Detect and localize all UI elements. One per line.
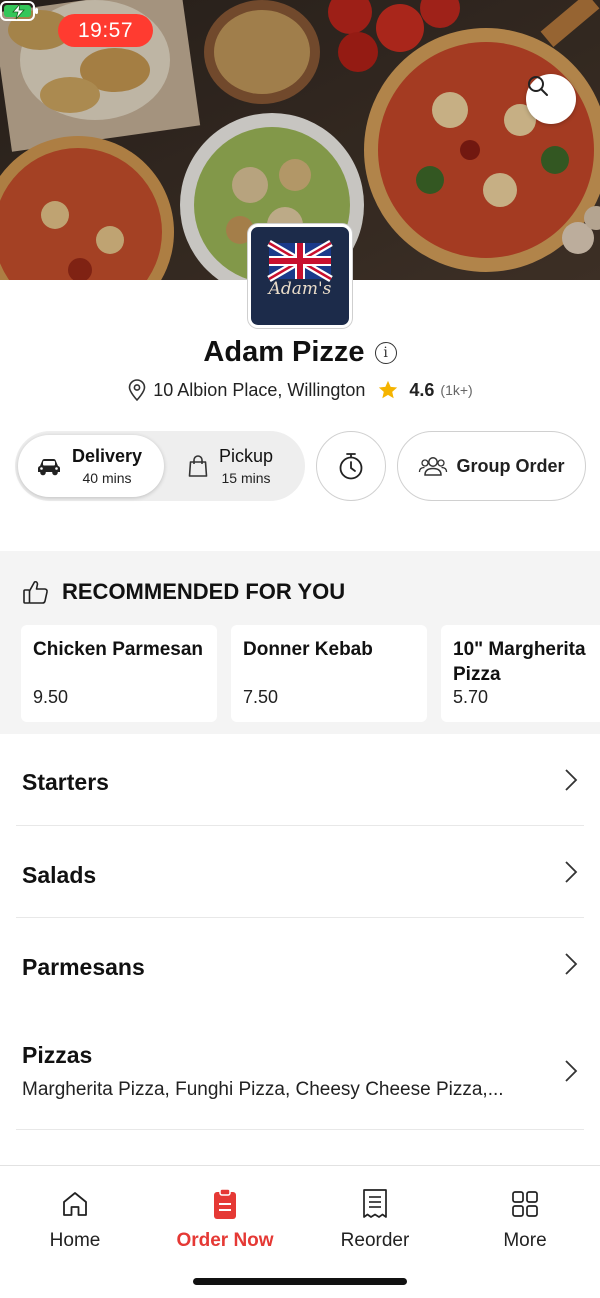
recommended-section: RECOMMENDED FOR YOU Chicken Parmesan 9.5…: [0, 551, 600, 734]
order-icon: [214, 1188, 236, 1219]
info-icon[interactable]: i: [374, 341, 397, 364]
receipt-icon: [363, 1189, 387, 1218]
search-icon: [528, 76, 548, 96]
bag-icon: [188, 455, 208, 477]
category-subtitle: Margherita Pizza, Funghi Pizza, Cheesy C…: [22, 1079, 504, 1100]
recommended-item-price: 5.70: [453, 687, 489, 707]
rating-value: 4.6: [409, 379, 435, 400]
chevron-right-icon: [565, 769, 578, 791]
battery-charging-icon: [0, 1, 38, 21]
chevron-right-icon: [565, 1060, 578, 1082]
pickup-option[interactable]: Pickup 15 mins: [175, 435, 300, 497]
group-order-label: Group Order: [456, 455, 565, 476]
timer-icon: [339, 453, 363, 480]
logo-text: Adam's: [268, 279, 332, 299]
recommended-card[interactable]: 10" Margherita Pizza 5.70: [441, 625, 600, 722]
recommended-card[interactable]: Donner Kebab 7.50: [231, 625, 427, 722]
rating-count: (1k+): [440, 382, 473, 398]
location-pin-icon: [128, 379, 146, 401]
pickup-time: 15 mins: [221, 470, 271, 486]
recommended-item-name: 10" Margherita Pizza: [453, 639, 586, 685]
recommended-item-name: Chicken Parmesan: [33, 639, 204, 660]
car-icon: [38, 459, 60, 476]
category-row-parmesans[interactable]: Parmesans: [16, 918, 584, 1010]
status-time: 19:57: [58, 14, 153, 47]
tab-label: Order Now: [176, 1230, 274, 1251]
chevron-right-icon: [565, 861, 578, 883]
chevron-right-icon: [565, 953, 578, 975]
delivery-option[interactable]: Delivery 40 mins: [18, 435, 164, 497]
category-row-starters[interactable]: Starters: [16, 734, 584, 826]
recommended-item-price: 7.50: [243, 687, 279, 707]
recommended-card[interactable]: Chicken Parmesan 9.50: [21, 625, 217, 722]
star-icon: [379, 380, 398, 399]
recommended-item-price: 9.50: [33, 687, 69, 707]
category-row-pizzas[interactable]: Pizzas Margherita Pizza, Funghi Pizza, C…: [16, 1010, 584, 1130]
tab-more[interactable]: More: [450, 1188, 600, 1252]
restaurant-logo: Adam's: [248, 224, 352, 328]
address-row: 10 Albion Place, Willington 4.6 (1k+): [0, 379, 600, 401]
category-title: Salads: [22, 862, 97, 888]
restaurant-address: 10 Albion Place, Willington: [153, 379, 366, 400]
tab-label: More: [503, 1230, 547, 1251]
tab-order-now[interactable]: Order Now: [150, 1188, 300, 1252]
delivery-label: Delivery: [72, 446, 143, 466]
schedule-button[interactable]: [316, 431, 386, 501]
tab-label: Reorder: [340, 1230, 410, 1251]
tab-home[interactable]: Home: [0, 1188, 150, 1252]
pickup-label: Pickup: [219, 446, 274, 466]
category-row-salads[interactable]: Salads: [16, 826, 584, 918]
recommended-heading: RECOMMENDED FOR YOU: [22, 579, 345, 605]
thumbs-up-icon: [23, 580, 48, 604]
delivery-time: 40 mins: [82, 470, 132, 486]
tab-label: Home: [49, 1230, 101, 1251]
category-title: Starters: [22, 769, 109, 795]
group-icon: [419, 457, 448, 476]
recommended-item-name: Donner Kebab: [243, 639, 373, 660]
grid-icon: [512, 1191, 538, 1217]
union-flag-logo: [267, 239, 333, 283]
tab-reorder[interactable]: Reorder: [300, 1188, 450, 1252]
category-title: Pizzas: [22, 1042, 93, 1068]
home-indicator: [193, 1278, 407, 1285]
restaurant-header: Adam Pizze i: [0, 336, 600, 369]
category-title: Parmesans: [22, 954, 145, 980]
restaurant-name: Adam Pizze: [203, 336, 365, 368]
home-icon: [63, 1192, 87, 1216]
order-mode-toggle: Delivery 40 mins Pickup 15 mins: [15, 431, 305, 501]
recommended-title: RECOMMENDED FOR YOU: [62, 579, 346, 604]
group-order-button[interactable]: Group Order: [397, 431, 586, 501]
search-button[interactable]: [526, 74, 576, 124]
